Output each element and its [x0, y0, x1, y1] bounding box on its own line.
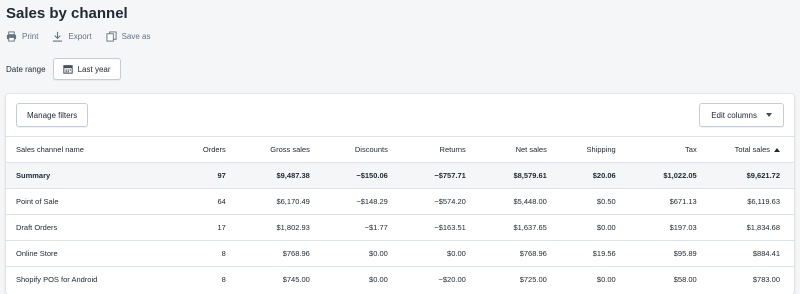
sort-ascending-icon	[774, 148, 780, 153]
column-header-net-sales[interactable]: Net sales	[465, 136, 547, 163]
print-icon	[6, 31, 17, 42]
summary-row: Summary 97 $9,487.38 −$150.06 −$757.71 $…	[6, 162, 794, 189]
total-sales-label: Total sales	[734, 145, 770, 154]
cell-orders: 64	[176, 188, 226, 215]
column-header-gross-sales[interactable]: Gross sales	[225, 136, 310, 163]
column-header-discounts[interactable]: Discounts	[309, 136, 388, 163]
column-header-shipping[interactable]: Shipping	[546, 136, 616, 163]
cell-tax: $95.89	[615, 240, 697, 267]
column-header-orders[interactable]: Orders	[176, 136, 226, 163]
save-as-label: Save as	[121, 32, 151, 41]
cell-orders: 97	[176, 162, 226, 189]
sales-table: Sales channel name Orders Gross sales Di…	[6, 136, 794, 292]
cell-shipping: $0.00	[546, 266, 616, 292]
export-icon	[53, 31, 63, 42]
cell-channel: Summary	[6, 162, 177, 189]
column-header-returns[interactable]: Returns	[387, 136, 466, 163]
cell-net-sales: $725.00	[465, 266, 547, 292]
cell-gross-sales: $1,802.93	[225, 214, 310, 241]
edit-columns-button[interactable]: Edit columns	[699, 103, 784, 127]
date-range-value: Last year	[77, 64, 111, 74]
cell-discounts: $0.00	[309, 240, 388, 267]
cell-orders: 8	[176, 240, 226, 267]
cell-tax: $1,022.05	[615, 162, 697, 189]
export-label: Export	[68, 32, 92, 41]
cell-returns: −$20.00	[387, 266, 466, 292]
date-range: Date range Last year	[6, 58, 121, 80]
table-row: Point of Sale 64 $6,170.49 −$148.29 −$57…	[6, 188, 794, 215]
cell-tax: $58.00	[615, 266, 697, 292]
cell-shipping: $19.56	[546, 240, 616, 267]
cell-shipping: $20.06	[546, 162, 616, 189]
cell-net-sales: $768.96	[465, 240, 547, 267]
cell-returns: $0.00	[387, 240, 466, 267]
save-as-button[interactable]: Save as	[106, 31, 151, 42]
cell-net-sales: $5,448.00	[465, 188, 547, 215]
cell-tax: $671.13	[615, 188, 697, 215]
cell-tax: $197.03	[615, 214, 697, 241]
cell-total-sales: $9,621.72	[696, 162, 794, 189]
cell-discounts: −$1.77	[309, 214, 388, 241]
cell-discounts: $0.00	[309, 266, 388, 292]
report-card: Manage filters Edit columns Sales channe…	[6, 94, 794, 294]
cell-channel: Point of Sale	[6, 188, 177, 215]
cell-gross-sales: $745.00	[225, 266, 310, 292]
cell-gross-sales: $9,487.38	[225, 162, 310, 189]
cell-gross-sales: $768.96	[225, 240, 310, 267]
date-range-button[interactable]: Last year	[52, 58, 121, 80]
cell-total-sales: $884.41	[696, 240, 794, 267]
column-header-total-sales[interactable]: Total sales	[696, 136, 794, 163]
manage-filters-button[interactable]: Manage filters	[16, 103, 89, 127]
table-row: Draft Orders 17 $1,802.93 −$1.77 −$163.5…	[6, 214, 794, 241]
cell-shipping: $0.00	[546, 214, 616, 241]
edit-columns-label: Edit columns	[711, 110, 757, 120]
export-button[interactable]: Export	[52, 31, 92, 42]
date-range-label: Date range	[6, 64, 46, 74]
cell-channel: Draft Orders	[6, 214, 177, 241]
caret-down-icon	[766, 113, 772, 117]
cell-returns: −$574.20	[387, 188, 466, 215]
cell-channel: Shopify POS for Android	[6, 266, 177, 292]
cell-total-sales: $1,834.68	[696, 214, 794, 241]
calendar-icon	[62, 65, 73, 74]
print-label: Print	[22, 32, 39, 41]
cell-net-sales: $8,579.61	[465, 162, 547, 189]
column-header-tax[interactable]: Tax	[615, 136, 697, 163]
page-title: Sales by channel	[6, 5, 128, 22]
column-header-channel[interactable]: Sales channel name	[6, 136, 177, 163]
cell-discounts: −$148.29	[309, 188, 388, 215]
cell-orders: 8	[176, 266, 226, 292]
print-button[interactable]: Print	[6, 31, 38, 42]
cell-net-sales: $1,637.65	[465, 214, 547, 241]
table-header-row: Sales channel name Orders Gross sales Di…	[6, 136, 794, 163]
cell-discounts: −$150.06	[309, 162, 388, 189]
cell-returns: −$757.71	[387, 162, 466, 189]
cell-total-sales: $6,119.63	[696, 188, 794, 215]
duplicate-icon	[106, 31, 117, 42]
cell-orders: 17	[176, 214, 226, 241]
cell-shipping: $0.50	[546, 188, 616, 215]
cell-channel: Online Store	[6, 240, 177, 267]
table-row: Shopify POS for Android 8 $745.00 $0.00 …	[6, 266, 794, 292]
table-row: Online Store 8 $768.96 $0.00 $0.00 $768.…	[6, 240, 794, 267]
report-toolbar: Print Export Save as	[6, 31, 164, 42]
cell-returns: −$163.51	[387, 214, 466, 241]
cell-total-sales: $783.00	[696, 266, 794, 292]
cell-gross-sales: $6,170.49	[225, 188, 310, 215]
